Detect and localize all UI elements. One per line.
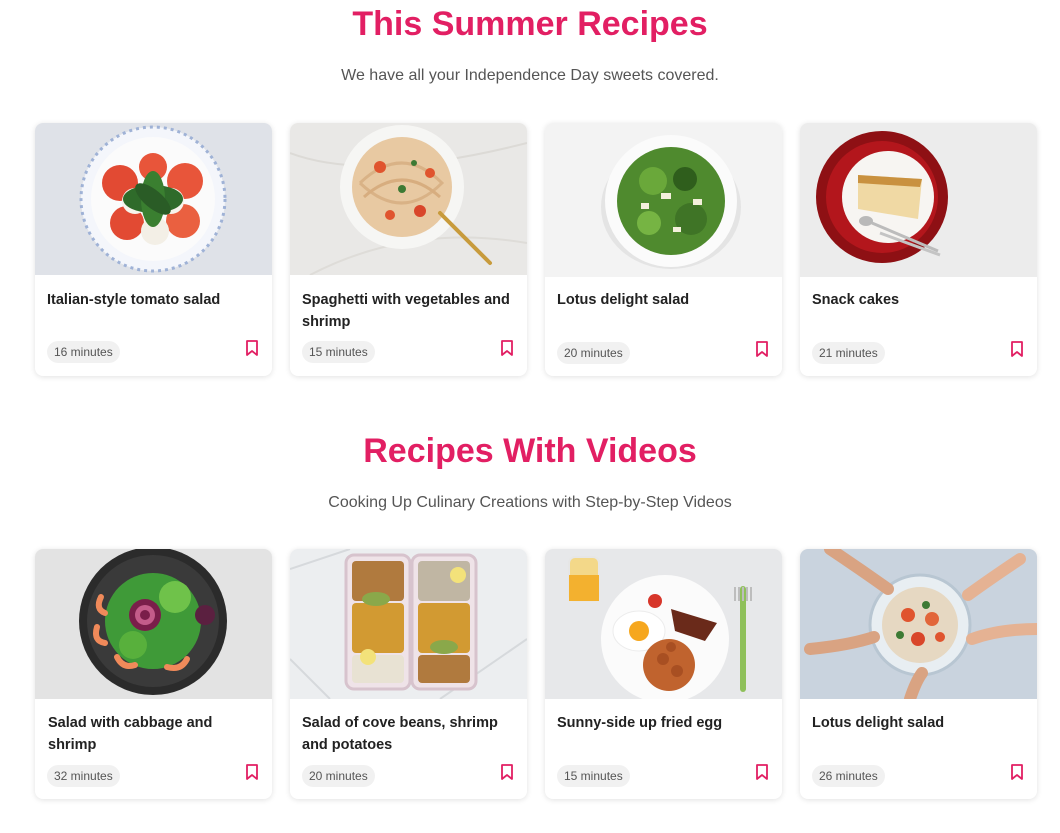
recipe-card[interactable]: Snack cakes 21 minutes [800, 123, 1037, 376]
cook-time-badge: 15 minutes [302, 341, 375, 363]
recipe-card-body: Snack cakes 21 minutes [800, 277, 1037, 376]
recipe-title[interactable]: Salad of cove beans, shrimp and potatoes [302, 712, 515, 756]
recipe-card-body: Sunny-side up fried egg 15 minutes [545, 699, 782, 799]
recipe-card-body: Salad of cove beans, shrimp and potatoes… [290, 699, 527, 799]
fried-egg-breakfast-image[interactable] [545, 549, 782, 699]
videos-section-title: Recipes With Videos [363, 432, 697, 470]
summer-section-title: This Summer Recipes [352, 5, 708, 43]
cook-time-badge: 15 minutes [557, 765, 630, 787]
cook-time-badge: 21 minutes [812, 342, 885, 364]
cook-time-badge: 26 minutes [812, 765, 885, 787]
recipe-card[interactable]: Salad of cove beans, shrimp and potatoes… [290, 549, 527, 799]
recipe-title[interactable]: Sunny-side up fried egg [557, 712, 770, 734]
cook-time-badge: 20 minutes [557, 342, 630, 364]
caprese-salad-image[interactable] [35, 123, 272, 275]
recipe-card-body: Salad with cabbage and shrimp 32 minutes [35, 699, 272, 799]
recipe-card-body: Lotus delight salad 26 minutes [800, 699, 1037, 799]
cook-time-badge: 32 minutes [47, 765, 120, 787]
recipe-card-body: Spaghetti with vegetables and shrimp 15 … [290, 275, 527, 375]
summer-recipes-section: This Summer Recipes We have all your Ind… [0, 0, 1060, 405]
recipe-card-body: Italian-style tomato salad 16 minutes [35, 275, 272, 375]
recipe-card[interactable]: Sunny-side up fried egg 15 minutes [545, 549, 782, 799]
recipe-title[interactable]: Spaghetti with vegetables and shrimp [302, 289, 515, 333]
recipe-card[interactable]: Lotus delight salad 26 minutes [800, 549, 1037, 799]
meal-prep-boxes-image[interactable] [290, 549, 527, 699]
recipe-card[interactable]: Spaghetti with vegetables and shrimp 15 … [290, 123, 527, 376]
recipe-card[interactable]: Italian-style tomato salad 16 minutes [35, 123, 272, 376]
bookmark-icon[interactable] [1009, 340, 1025, 358]
shared-salad-plate-image[interactable] [800, 549, 1037, 699]
recipe-card[interactable]: Salad with cabbage and shrimp 32 minutes [35, 549, 272, 799]
summer-recipe-grid: Italian-style tomato salad 16 minutes Sp… [35, 123, 1037, 376]
bookmark-icon[interactable] [499, 339, 515, 357]
cook-time-badge: 16 minutes [47, 341, 120, 363]
recipe-title[interactable]: Lotus delight salad [812, 712, 1025, 734]
recipe-title[interactable]: Salad with cabbage and shrimp [48, 712, 260, 756]
snack-cake-image[interactable] [800, 123, 1037, 277]
videos-section-subtitle: Cooking Up Culinary Creations with Step-… [328, 494, 732, 511]
bookmark-icon[interactable] [754, 340, 770, 358]
bookmark-icon[interactable] [244, 763, 260, 781]
bookmark-icon[interactable] [499, 763, 515, 781]
shrimp-salad-bowl-image[interactable] [35, 549, 272, 699]
video-recipe-grid: Salad with cabbage and shrimp 32 minutes [35, 549, 1037, 799]
recipe-title[interactable]: Lotus delight salad [557, 289, 770, 311]
recipe-card-body: Lotus delight salad 20 minutes [545, 277, 782, 376]
recipe-title[interactable]: Italian-style tomato salad [47, 289, 260, 311]
green-salad-image[interactable] [545, 123, 782, 277]
bookmark-icon[interactable] [244, 339, 260, 357]
recipe-title[interactable]: Snack cakes [812, 289, 1025, 311]
bookmark-icon[interactable] [754, 763, 770, 781]
recipe-card[interactable]: Lotus delight salad 20 minutes [545, 123, 782, 376]
shrimp-spaghetti-image[interactable] [290, 123, 527, 275]
summer-section-subtitle: We have all your Independence Day sweets… [341, 67, 719, 84]
bookmark-icon[interactable] [1009, 763, 1025, 781]
cook-time-badge: 20 minutes [302, 765, 375, 787]
video-recipes-section: Recipes With Videos Cooking Up Culinary … [0, 405, 1060, 833]
